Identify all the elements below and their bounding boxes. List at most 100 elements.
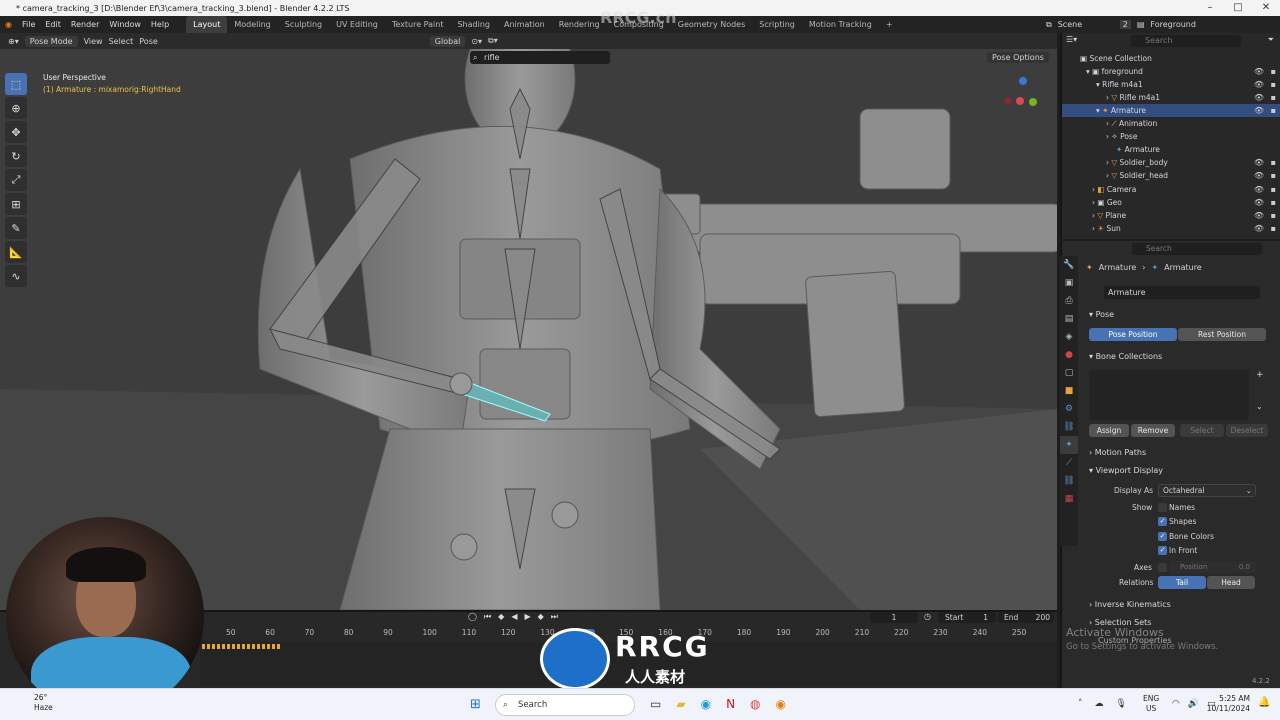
onedrive-icon[interactable]: ☁ — [1095, 699, 1104, 709]
maximize-icon[interactable]: □ — [1224, 0, 1252, 16]
play-icon[interactable]: ▶ — [524, 612, 530, 622]
outliner-row-camera[interactable]: › ◧ Camera 👁 ▪ — [1062, 183, 1280, 196]
outliner-row-armature-data[interactable]: ✦ Armature — [1062, 143, 1280, 156]
blender-app-icon[interactable]: ◉ — [776, 697, 786, 711]
scale-tool-icon[interactable]: ⤢ — [5, 169, 27, 191]
render-tab-icon[interactable]: ▣ — [1060, 274, 1078, 292]
viewport-search-field[interactable]: ⌕ rifle — [470, 51, 610, 64]
tab-sculpting[interactable]: Sculpting — [278, 16, 329, 33]
relations-head-button[interactable]: Head — [1207, 576, 1255, 589]
task-view-icon[interactable]: ▭ — [650, 697, 661, 711]
camera-icon[interactable]: ▪ — [1271, 196, 1276, 209]
armature-data-tab-icon[interactable]: ✦ — [1060, 436, 1078, 454]
outliner-row-pose[interactable]: › ✧ Pose — [1062, 130, 1280, 143]
menu-select[interactable]: Select — [109, 37, 134, 46]
constraint-tab-icon[interactable]: ⛓ — [1060, 418, 1078, 436]
jump-start-icon[interactable]: ⏮ — [484, 612, 491, 622]
jump-end-icon[interactable]: ⏭ — [551, 612, 558, 622]
tab-shading[interactable]: Shading — [450, 16, 497, 33]
transform-orientation-dropdown[interactable]: Global — [429, 35, 466, 47]
outliner-row-rifle-collection[interactable]: ▾ Rifle m4a1 👁 ▪ — [1062, 78, 1280, 91]
snap-icon[interactable]: ⧉▾ — [488, 36, 498, 46]
menu-view[interactable]: View — [84, 37, 103, 46]
taskbar-search[interactable]: ⌕ Search — [495, 694, 635, 716]
bone-colors-checkbox[interactable]: ✓ — [1158, 532, 1167, 541]
filter-icon[interactable]: ⏷ — [1268, 35, 1274, 45]
camera-icon[interactable]: ▪ — [1271, 183, 1276, 196]
menu-render[interactable]: Render — [66, 16, 104, 33]
rest-position-button[interactable]: Rest Position — [1178, 328, 1266, 341]
bone-tab-icon[interactable]: ⟋ — [1060, 454, 1078, 472]
scene-tab-icon[interactable]: ◈ — [1060, 328, 1078, 346]
camera-icon[interactable]: ▪ — [1271, 169, 1276, 182]
output-tab-icon[interactable]: ⎙ — [1060, 292, 1078, 310]
outliner-search-field[interactable]: Search — [1131, 35, 1241, 47]
axes-position-field[interactable]: Position 0.0 — [1170, 561, 1256, 573]
tab-layout[interactable]: Layout — [186, 16, 228, 33]
eye-icon[interactable]: 👁 — [1254, 65, 1264, 78]
names-checkbox[interactable] — [1158, 503, 1167, 512]
eye-icon[interactable]: 👁 — [1254, 91, 1264, 104]
move-tool-icon[interactable]: ✥ — [5, 121, 27, 143]
outliner-row-scene-collection[interactable]: ▣ Scene Collection — [1062, 52, 1280, 65]
chevron-down-icon[interactable]: ⌄ — [1256, 402, 1263, 411]
outliner-row-geo[interactable]: › ▣ Geo 👁 ▪ — [1062, 196, 1280, 209]
wifi-icon[interactable]: ◠ — [1172, 699, 1180, 709]
chrome-icon[interactable]: ◍ — [750, 697, 760, 711]
tab-modeling[interactable]: Modeling — [227, 16, 277, 33]
collection-tab-icon[interactable]: ▢ — [1060, 364, 1078, 382]
camera-icon[interactable]: ▪ — [1271, 209, 1276, 222]
close-icon[interactable]: ✕ — [1252, 0, 1280, 16]
clock[interactable]: 5:25 AM 10/11/2024 — [1206, 694, 1250, 714]
eye-icon[interactable]: 👁 — [1254, 209, 1264, 222]
eye-icon[interactable]: 👁 — [1254, 104, 1264, 117]
remove-button[interactable]: Remove — [1131, 424, 1175, 437]
add-workspace-icon[interactable]: + — [879, 16, 900, 33]
outliner-row-soldier-body[interactable]: › ▽ Soldier_body 👁 ▪ — [1062, 156, 1280, 169]
pose-position-button[interactable]: Pose Position — [1089, 328, 1177, 341]
eye-icon[interactable]: 👁 — [1254, 78, 1264, 91]
display-as-dropdown[interactable]: Octahedral ⌄ — [1158, 484, 1256, 497]
outliner-row-animation[interactable]: › ⟋ Animation — [1062, 117, 1280, 130]
eye-icon[interactable]: 👁 — [1254, 196, 1264, 209]
notification-icon[interactable]: 🔔 — [1258, 697, 1270, 708]
menu-window[interactable]: Window — [104, 16, 146, 33]
3d-viewport[interactable]: x — [0, 49, 1057, 610]
relax-tool-icon[interactable]: ∿ — [5, 265, 27, 287]
play-reverse-icon[interactable]: ◀ — [511, 612, 517, 622]
relations-tail-button[interactable]: Tail — [1158, 576, 1206, 589]
panel-bone-collections-header[interactable]: ▾ Bone Collections — [1089, 352, 1162, 361]
windows-start-icon[interactable]: ⊞ — [470, 697, 481, 712]
outliner-row-sun[interactable]: › ☀ Sun 👁 ▪ — [1062, 222, 1280, 235]
transform-tool-icon[interactable]: ⊞ — [5, 193, 27, 215]
volume-icon[interactable]: 🔊 — [1188, 699, 1199, 709]
eye-icon[interactable]: 👁 — [1254, 156, 1264, 169]
panel-inverse-kinematics-header[interactable]: › Inverse Kinematics — [1089, 600, 1171, 609]
deselect-button[interactable]: Deselect — [1226, 424, 1268, 437]
outliner-type-icon[interactable]: ☰▾ — [1066, 35, 1077, 44]
in-front-checkbox[interactable]: ✓ — [1158, 546, 1167, 555]
outliner-row-plane[interactable]: › ▽ Plane 👁 ▪ — [1062, 209, 1280, 222]
edge-icon[interactable]: ◉ — [701, 697, 711, 711]
properties-search-field[interactable]: Search — [1132, 243, 1262, 255]
outliner-row-foreground[interactable]: ▾ ▣ foreground 👁 ▪ — [1062, 65, 1280, 78]
prev-keyframe-icon[interactable]: ◆ — [498, 612, 504, 622]
rotate-tool-icon[interactable]: ↻ — [5, 145, 27, 167]
end-frame-field[interactable]: End 200 — [998, 612, 1054, 623]
cursor-tool-icon[interactable]: ⊕ — [5, 97, 27, 119]
outliner-row-armature[interactable]: ▾ ✦ Armature 👁 ▪ — [1062, 104, 1280, 117]
file-explorer-icon[interactable]: ▰ — [676, 697, 685, 711]
tab-uv-editing[interactable]: UV Editing — [329, 16, 385, 33]
annotate-tool-icon[interactable]: ✎ — [5, 217, 27, 239]
camera-icon[interactable]: ▪ — [1271, 156, 1276, 169]
measure-tool-icon[interactable]: 📐 — [5, 241, 27, 263]
tab-texture-paint[interactable]: Texture Paint — [385, 16, 451, 33]
shapes-checkbox[interactable]: ✓ — [1158, 517, 1167, 526]
next-keyframe-icon[interactable]: ◆ — [538, 612, 544, 622]
tab-scripting[interactable]: Scripting — [752, 16, 802, 33]
record-icon[interactable]: ◯ — [468, 612, 477, 622]
microphone-icon[interactable]: 🎙 — [1116, 699, 1127, 709]
eye-icon[interactable]: 👁 — [1254, 222, 1264, 235]
view-layer-name[interactable]: Foreground — [1150, 20, 1196, 29]
scene-name[interactable]: Scene — [1058, 20, 1114, 29]
